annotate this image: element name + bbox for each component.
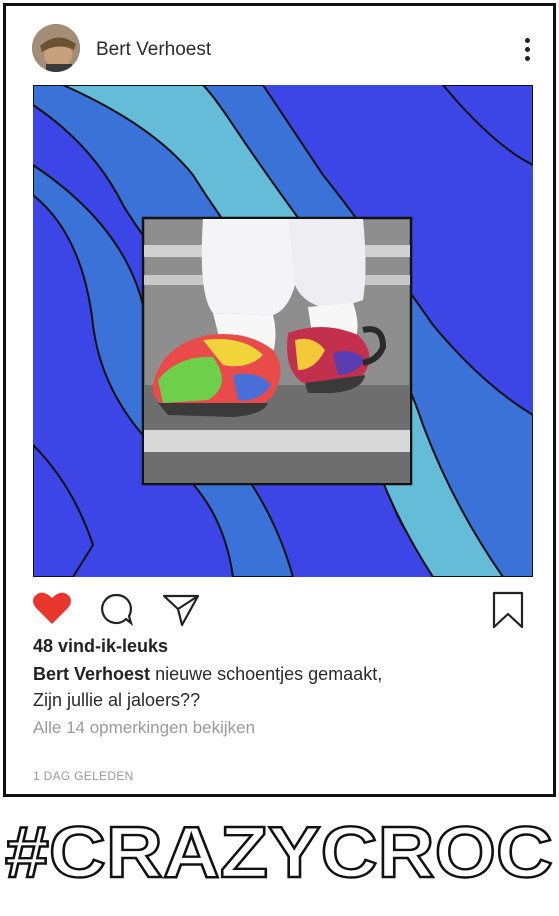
comment-icon[interactable] (98, 592, 134, 631)
post-username[interactable]: Bert Verhoest (96, 39, 211, 61)
wave-background (33, 85, 533, 577)
caption-text-line2: Zijn jullie al jaloers?? (33, 690, 201, 710)
hashtag-text: #CRAZYCROC (5, 815, 553, 893)
paper-plane-icon[interactable] (161, 592, 201, 633)
like-count[interactable]: 48 vind-ik-leuks (33, 636, 168, 657)
post-caption: Bert Verhoest nieuwe schoentjes gemaakt,… (33, 661, 513, 713)
avatar-image (32, 24, 80, 72)
view-comments-link[interactable]: Alle 14 opmerkingen bekijken (33, 718, 255, 738)
post-actions (6, 590, 553, 630)
heart-icon[interactable] (32, 590, 72, 631)
hashtag-banner: #CRAZYCROC (0, 812, 559, 895)
post-image[interactable] (33, 85, 533, 577)
bookmark-icon[interactable] (490, 590, 526, 635)
avatar[interactable] (32, 24, 80, 72)
caption-username[interactable]: Bert Verhoest (33, 664, 150, 684)
post-timestamp: 1 DAG GELEDEN (33, 769, 134, 783)
shoe-photo (141, 216, 413, 486)
caption-text-line1: nieuwe schoentjes gemaakt, (155, 664, 383, 684)
post-card: Bert Verhoest 48 vind-ik-leuks Bert Verh… (3, 3, 556, 797)
more-options-icon[interactable] (522, 38, 532, 66)
post-header: Bert Verhoest (6, 6, 553, 84)
